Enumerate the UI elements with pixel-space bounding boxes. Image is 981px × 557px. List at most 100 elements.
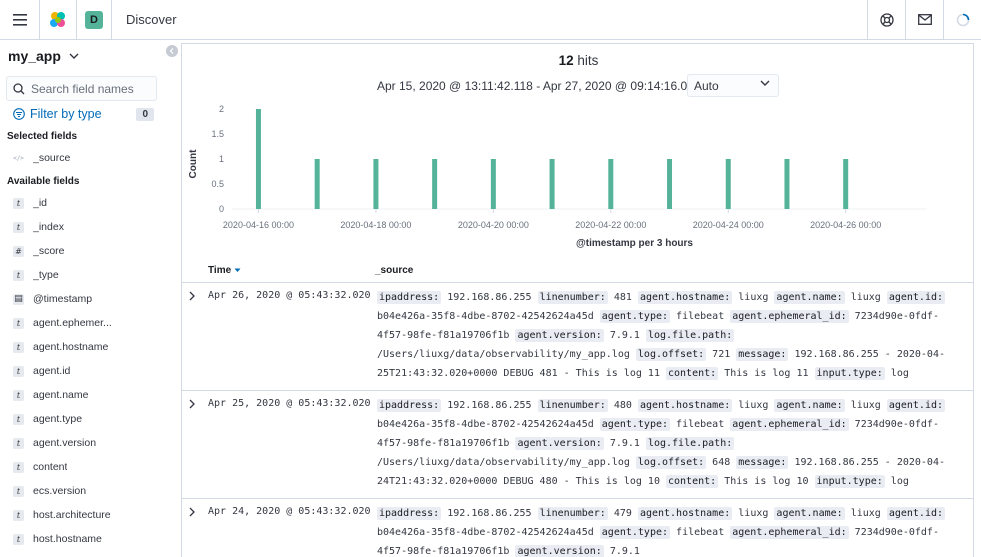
source-field-key: ipaddress: [377, 507, 442, 520]
source-field-value: b04e426a-35f8-4dbe-8702-42542624a45d [377, 527, 594, 538]
field-type-icon: t [13, 485, 24, 497]
field-type-icon: t [13, 341, 24, 353]
row-timestamp: Apr 25, 2020 @ 05:43:32.020 [208, 398, 371, 409]
field-item[interactable]: t agent.hostname [0, 335, 180, 359]
field-item[interactable]: t _id [0, 191, 180, 215]
expand-row-button[interactable] [188, 288, 196, 306]
field-type-icon: t [13, 461, 24, 473]
filter-by-type-button[interactable]: Filter by type 0 [0, 101, 180, 127]
histogram-bar [784, 159, 790, 209]
field-item[interactable]: # _score [0, 239, 180, 263]
source-field-value: 479 [613, 508, 632, 519]
row-timestamp: Apr 26, 2020 @ 05:43:32.020 [208, 290, 371, 301]
field-item[interactable]: t agent.id [0, 359, 180, 383]
mail-icon [917, 14, 932, 25]
field-type-icon: t [13, 533, 24, 545]
field-item[interactable]: ▤ @timestamp [0, 287, 180, 311]
expand-row-button[interactable] [188, 396, 196, 414]
discover-main-panel: 12 hits Apr 15, 2020 @ 13:11:42.118 - Ap… [181, 43, 974, 557]
filter-by-type-label: Filter by type [30, 107, 102, 121]
row-timestamp: Apr 24, 2020 @ 05:43:32.020 [208, 506, 371, 517]
field-name: agent.hostname [33, 341, 109, 353]
hamburger-icon [12, 13, 27, 26]
x-tick-label: 2020-04-26 00:00 [810, 220, 881, 230]
source-field-value: /Users/liuxg/data/observability/my_app.l… [377, 349, 630, 360]
space-selector[interactable]: D [77, 0, 112, 40]
field-type-icon: t [13, 389, 24, 401]
source-field-key: agent.version: [515, 545, 604, 557]
field-item[interactable]: t ecs.version [0, 479, 180, 503]
expand-row-button[interactable] [188, 504, 196, 522]
field-name: _score [33, 245, 65, 257]
home-logo-button[interactable] [40, 0, 77, 40]
field-name: _type [33, 269, 59, 281]
field-item[interactable]: t content [0, 455, 180, 479]
x-tick-label: 2020-04-16 00:00 [223, 220, 294, 230]
field-name: agent.ephemer... [33, 317, 112, 329]
field-type-icon: t [13, 221, 24, 233]
source-field-value: filebeat [676, 527, 725, 538]
field-type-icon: ▤ [13, 293, 24, 305]
source-field-key: agent.hostname: [637, 507, 733, 520]
time-column-header[interactable]: Time [208, 265, 241, 276]
field-name: _source [33, 152, 71, 164]
newsfeed-button[interactable] [905, 0, 943, 40]
source-field-key: linenumber: [537, 291, 608, 304]
source-field-key: agent.ephemeral_id: [730, 418, 849, 431]
chevron-right-icon [189, 291, 195, 301]
collapse-sidebar-button[interactable] [166, 45, 178, 57]
source-field-value: log [890, 368, 909, 379]
y-tick-label: 0 [219, 204, 224, 214]
field-item[interactable]: t _type [0, 263, 180, 287]
source-field-value: 7.9.1 [609, 330, 640, 341]
source-field-value: 7.9.1 [609, 546, 640, 557]
source-field-value: 7.9.1 [609, 438, 640, 449]
field-type-icon: t [13, 509, 24, 521]
field-search-box [6, 76, 157, 101]
field-item[interactable]: </> _source [0, 146, 180, 170]
source-field-value: liuxg [738, 292, 769, 303]
doc-table-header: Time _source [182, 259, 973, 283]
source-field-value: liuxg [850, 400, 881, 411]
field-type-icon: t [13, 437, 24, 449]
source-field-key: agent.id: [886, 507, 946, 520]
interval-select[interactable]: Auto [687, 74, 779, 97]
chevron-left-icon [169, 48, 174, 54]
field-item[interactable]: t host.hostname [0, 527, 180, 551]
source-field-key: log.offset: [635, 348, 707, 361]
histogram-bar [608, 159, 614, 209]
source-field-key: content: [666, 367, 719, 380]
x-axis-label: @timestamp per 3 hours [576, 238, 693, 249]
field-item[interactable]: t host.architecture [0, 503, 180, 527]
source-field-key: ipaddress: [377, 291, 442, 304]
field-item[interactable]: t agent.name [0, 383, 180, 407]
hits-counter: 12 hits [182, 53, 973, 68]
source-field-value: This is log 11 [724, 368, 809, 379]
field-item[interactable]: thost.id [0, 551, 180, 557]
field-item[interactable]: t agent.type [0, 407, 180, 431]
source-field-key: linenumber: [537, 399, 608, 412]
source-field-key: input.type: [814, 367, 885, 380]
field-item[interactable]: t agent.ephemer... [0, 311, 180, 335]
source-field-key: agent.version: [515, 329, 604, 342]
x-tick-label: 2020-04-18 00:00 [340, 220, 411, 230]
help-button[interactable] [867, 0, 905, 40]
source-field-key: message: [736, 348, 789, 361]
date-range-label: Apr 15, 2020 @ 13:11:42.118 - Apr 27, 20… [377, 79, 701, 93]
source-field-value: filebeat [676, 419, 725, 430]
filter-icon [13, 108, 25, 120]
source-field-value: b04e426a-35f8-4dbe-8702-42542624a45d [377, 311, 594, 322]
field-item[interactable]: t agent.version [0, 431, 180, 455]
source-field-key: agent.name: [774, 507, 845, 520]
row-source: ipaddress: 192.168.86.255 linenumber: 47… [377, 504, 957, 557]
index-pattern-selector[interactable]: my_app [0, 42, 180, 70]
field-item[interactable]: t _index [0, 215, 180, 239]
field-name: @timestamp [33, 293, 93, 305]
menu-button[interactable] [0, 0, 40, 40]
x-tick-label: 2020-04-22 00:00 [575, 220, 646, 230]
breadcrumb: Discover [126, 12, 177, 27]
source-field-key: log.file.path: [645, 437, 735, 450]
loading-indicator [943, 0, 981, 40]
field-search-input[interactable] [31, 81, 151, 96]
time-column-label: Time [208, 265, 232, 276]
